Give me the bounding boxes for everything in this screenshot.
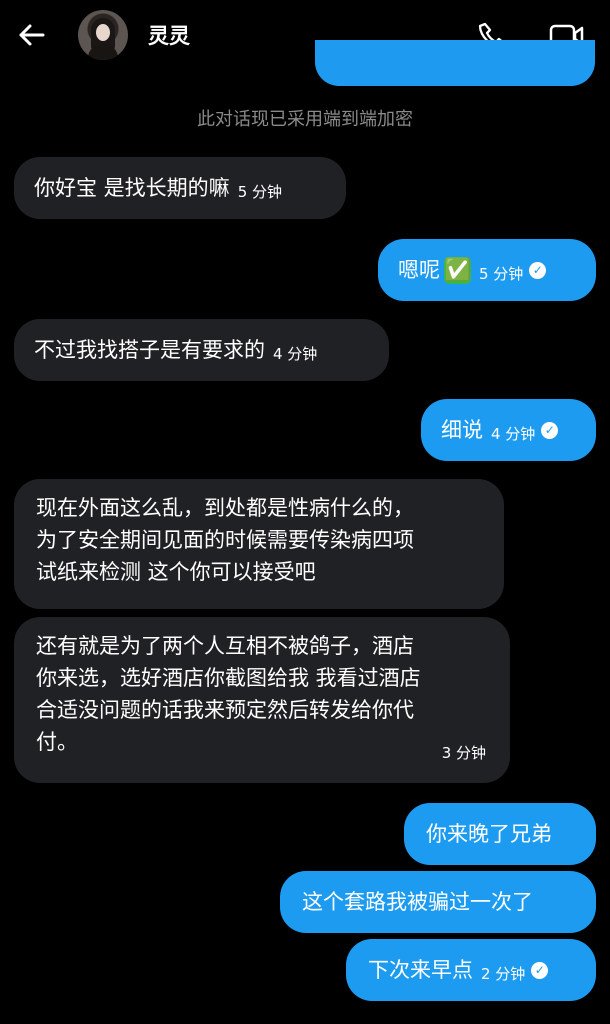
check-mark-emoji: ✅ — [444, 256, 472, 284]
read-check-icon: ✓ — [531, 961, 549, 979]
encryption-notice: 此对话现已采用端到端加密 — [197, 109, 413, 130]
outgoing-message[interactable]: 下次来早点 2 分钟 ✓ — [346, 939, 596, 1001]
message-text-line: 还有就是为了两个人互相不被鸽子，酒店 — [36, 634, 414, 658]
message-text: 不过我找搭子是有要求的 — [34, 338, 265, 362]
message-text-line: 付。 — [36, 730, 78, 754]
outgoing-message[interactable]: 这个套路我被骗过一次了 — [280, 871, 596, 933]
previous-outgoing-message — [315, 40, 595, 86]
message-text: 这个套路我被骗过一次了 — [302, 890, 533, 914]
read-check-icon: ✓ — [529, 261, 547, 279]
incoming-message[interactable]: 你好宝 是找长期的嘛 5 分钟 — [14, 157, 346, 219]
message-time: 5 分钟 — [237, 182, 282, 201]
message-text-line: 为了安全期间见面的时候需要传染病四项 — [36, 528, 414, 552]
message-text: 你来晚了兄弟 — [426, 822, 552, 846]
contact-name[interactable]: 灵灵 — [148, 20, 190, 50]
message-text: 细说 — [441, 418, 483, 442]
message-time: 2 分钟 — [481, 964, 526, 983]
incoming-message[interactable]: 不过我找搭子是有要求的 4 分钟 — [14, 319, 389, 381]
message-time: 3 分钟 — [441, 744, 486, 762]
outgoing-message[interactable]: 你来晚了兄弟 — [404, 803, 596, 865]
message-text-line: 试纸来检测 这个你可以接受吧 — [36, 560, 316, 584]
message-text-line: 现在外面这么乱，到处都是性病什么的， — [36, 496, 414, 520]
message-text-line: 你来选，选好酒店你截图给我 我看过酒店 — [36, 666, 421, 690]
message-text-line: 合适没问题的话我来预定然后转发给你代 — [36, 698, 414, 722]
message-text: 下次来早点 — [368, 958, 473, 982]
incoming-message[interactable]: 还有就是为了两个人互相不被鸽子，酒店 你来选，选好酒店你截图给我 我看过酒店 合… — [14, 617, 510, 783]
message-text: 嗯呢 — [398, 258, 440, 282]
incoming-message[interactable]: 现在外面这么乱，到处都是性病什么的， 为了安全期间见面的时候需要传染病四项 试纸… — [14, 479, 504, 609]
message-time: 4 分钟 — [491, 424, 536, 443]
back-arrow-icon[interactable] — [14, 18, 48, 52]
avatar[interactable] — [78, 10, 128, 60]
message-time: 5 分钟 — [479, 264, 524, 283]
message-text: 你好宝 是找长期的嘛 — [34, 176, 230, 200]
read-check-icon: ✓ — [541, 421, 559, 439]
outgoing-message[interactable]: 嗯呢 ✅ 5 分钟 ✓ — [378, 239, 596, 301]
outgoing-message[interactable]: 细说 4 分钟 ✓ — [421, 399, 596, 461]
message-time: 4 分钟 — [273, 344, 318, 363]
